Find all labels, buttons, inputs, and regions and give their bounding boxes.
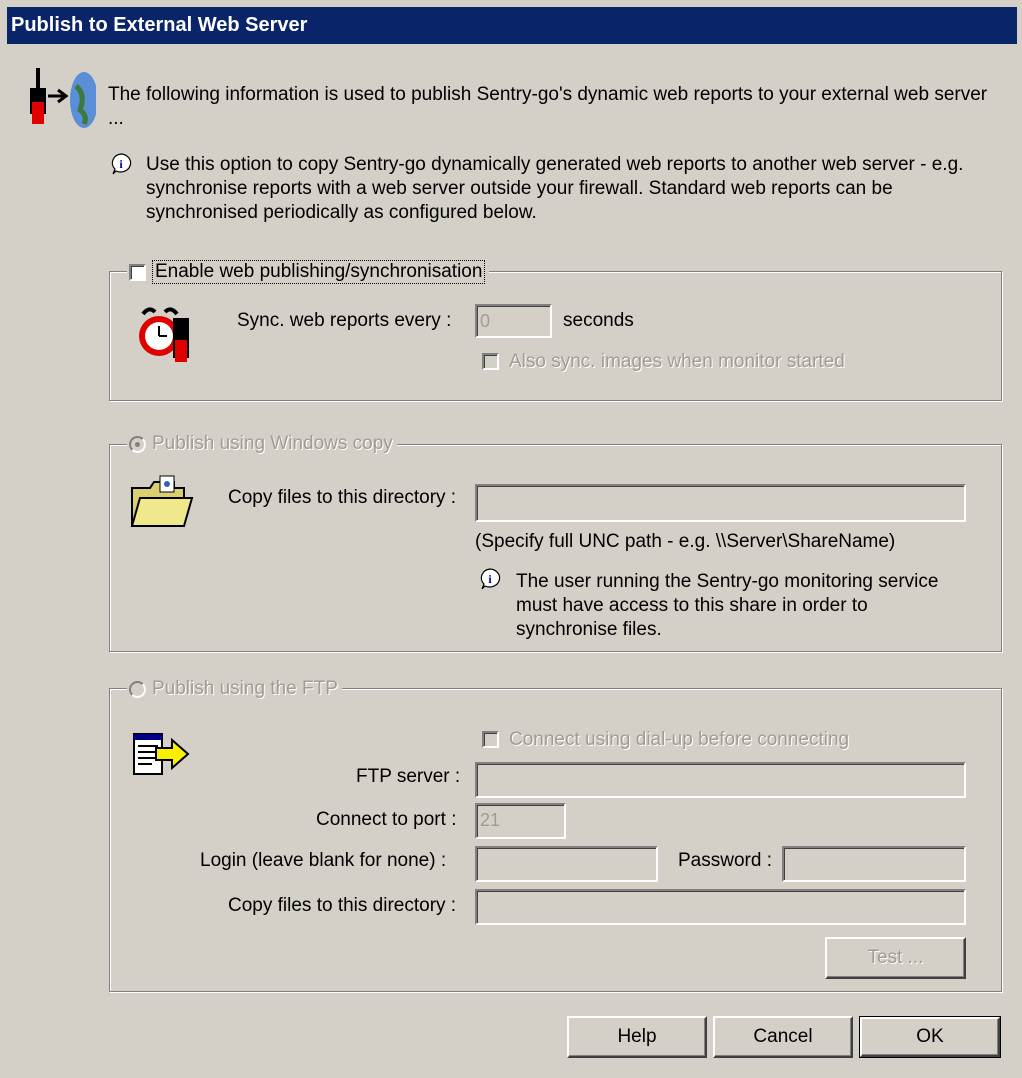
ftp-label[interactable]: Publish using the FTP [152,678,338,700]
ftp-transfer-icon [133,733,190,775]
ftp-server-input[interactable] [475,762,966,798]
ftp-login-label: Login (leave blank for none) : [200,850,447,871]
ftp-legend: Publish using the FTP [127,675,342,703]
ftp-dir-input[interactable] [475,889,966,925]
windows-dir-label: Copy files to this directory : [228,487,457,508]
title-bar: Publish to External Web Server [7,7,1017,44]
info-bubble-icon: i [480,568,501,590]
publish-globe-icon [30,68,96,128]
windows-dir-input[interactable] [475,484,966,522]
ftp-password-label: Password : [678,850,772,871]
dialup-label: Connect using dial-up before connecting [509,729,850,750]
windows-copy-radio[interactable] [129,435,146,453]
test-button[interactable]: Test ... [825,937,966,979]
info-text: Use this option to copy Sentry-go dynami… [146,154,964,223]
header-description: The following information is used to pub… [108,84,988,129]
ok-button[interactable]: OK [859,1016,1001,1058]
sync-group [109,271,1002,401]
sync-group-legend: Enable web publishing/synchronisation [127,258,490,286]
window-title: Publish to External Web Server [11,14,308,36]
help-button[interactable]: Help [567,1016,707,1058]
windows-copy-label[interactable]: Publish using Windows copy [152,433,393,455]
ftp-server-label: FTP server : [356,766,461,787]
ftp-password-input[interactable] [782,846,966,882]
folder-icon [130,475,194,527]
ftp-port-label: Connect to port : [316,809,457,830]
unc-path-hint: (Specify full UNC path - e.g. \\Server\S… [475,531,896,552]
ftp-radio[interactable] [129,680,146,698]
windows-copy-legend: Publish using Windows copy [127,430,397,458]
cancel-button[interactable]: Cancel [713,1016,853,1058]
sync-images-checkbox[interactable] [482,353,499,370]
enable-sync-checkbox[interactable] [129,263,146,281]
sync-interval-input[interactable]: 0 [475,304,552,338]
ftp-port-input[interactable]: 21 [475,803,566,839]
sync-images-label: Also sync. images when monitor started [509,351,845,372]
enable-sync-label[interactable]: Enable web publishing/synchronisation [152,260,486,284]
ftp-dir-label: Copy files to this directory : [228,895,457,916]
sync-interval-label: Sync. web reports every : [237,310,452,331]
info-bubble-icon: i [111,153,132,175]
alarm-clock-icon [139,307,189,362]
sync-units-label: seconds [563,310,634,331]
dialup-checkbox[interactable] [482,731,499,748]
share-access-note: The user running the Sentry-go monitorin… [516,571,939,640]
ftp-login-input[interactable] [475,846,658,882]
